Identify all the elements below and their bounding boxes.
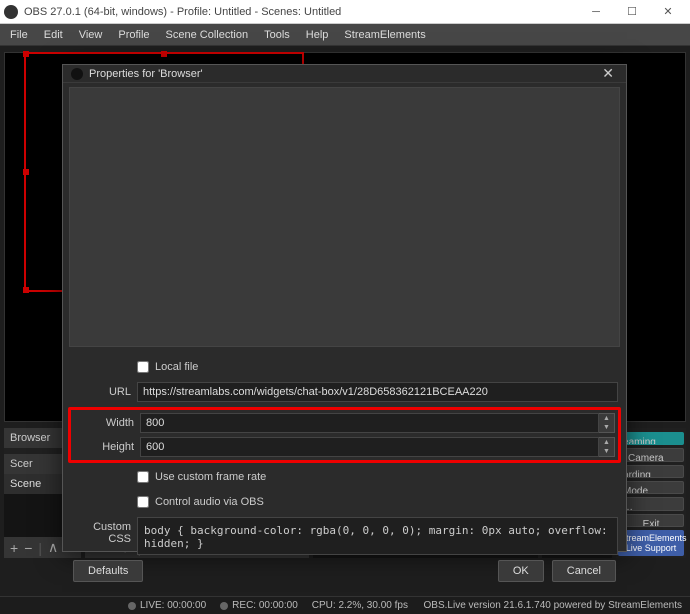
dialog-title: Properties for 'Browser' <box>89 68 203 80</box>
highlight-size-fields: Width ▲▼ Height ▲▼ <box>68 407 621 463</box>
settings-button[interactable]: … <box>618 497 684 510</box>
status-live: LIVE: 00:00:00 <box>140 600 206 611</box>
window-titlebar: OBS 27.0.1 (64-bit, windows) - Profile: … <box>0 0 690 24</box>
width-input[interactable] <box>140 413 599 433</box>
up-icon[interactable]: ∧ <box>48 539 58 556</box>
start-streaming-button[interactable]: eaming <box>618 432 684 445</box>
dialog-titlebar[interactable]: Properties for 'Browser' ✕ <box>63 65 626 83</box>
app-icon <box>4 5 18 19</box>
properties-form: Local file URL Width ▲▼ Height <box>69 357 620 560</box>
menu-file[interactable]: File <box>2 26 36 44</box>
control-audio-label: Control audio via OBS <box>155 496 264 508</box>
menu-streamelements[interactable]: StreamElements <box>336 26 433 44</box>
menu-edit[interactable]: Edit <box>36 26 71 44</box>
exit-button[interactable]: Exit <box>618 514 684 527</box>
menu-help[interactable]: Help <box>298 26 337 44</box>
dialog-body: Local file URL Width ▲▼ Height <box>63 83 626 560</box>
control-audio-checkbox[interactable]: Control audio via OBS <box>137 496 264 508</box>
scenes-header-label: Scer <box>10 458 33 470</box>
local-file-label: Local file <box>155 361 198 373</box>
live-indicator-icon <box>128 602 136 610</box>
add-icon[interactable]: + <box>10 540 18 556</box>
resize-handle[interactable] <box>23 51 29 57</box>
window-title: OBS 27.0.1 (64-bit, windows) - Profile: … <box>24 6 578 18</box>
resize-handle[interactable] <box>23 287 29 293</box>
status-cpu: CPU: 2.2%, 30.00 fps <box>312 600 408 611</box>
dialog-icon <box>71 68 83 80</box>
menu-tools[interactable]: Tools <box>256 26 298 44</box>
status-bar: LIVE: 00:00:00 REC: 00:00:00 CPU: 2.2%, … <box>0 596 690 614</box>
custom-framerate-label: Use custom frame rate <box>155 471 266 483</box>
properties-dialog: Properties for 'Browser' ✕ Local file UR… <box>62 64 627 552</box>
remove-icon[interactable]: − <box>24 540 32 556</box>
height-input[interactable] <box>140 437 599 457</box>
menu-profile[interactable]: Profile <box>110 26 157 44</box>
url-label: URL <box>71 386 131 398</box>
local-file-checkbox[interactable]: Local file <box>137 361 198 373</box>
status-version: OBS.Live version 21.6.1.740 powered by S… <box>424 600 682 611</box>
custom-css-input[interactable]: body { background-color: rgba(0, 0, 0, 0… <box>137 517 618 555</box>
menu-view[interactable]: View <box>71 26 111 44</box>
menu-scene-collection[interactable]: Scene Collection <box>158 26 257 44</box>
custom-framerate-checkbox[interactable]: Use custom frame rate <box>137 471 266 483</box>
control-audio-input[interactable] <box>137 496 149 508</box>
minimize-button[interactable]: ─ <box>578 0 614 24</box>
resize-handle[interactable] <box>23 169 29 175</box>
local-file-input[interactable] <box>137 361 149 373</box>
ok-button[interactable]: OK <box>498 560 544 582</box>
custom-framerate-input[interactable] <box>137 471 149 483</box>
cancel-button[interactable]: Cancel <box>552 560 616 582</box>
rec-indicator-icon <box>220 602 228 610</box>
status-rec: REC: 00:00:00 <box>232 600 298 611</box>
dialog-close-button[interactable]: ✕ <box>598 65 618 82</box>
virtual-camera-button[interactable]: l Camera <box>618 448 684 461</box>
maximize-button[interactable]: ☐ <box>614 0 650 24</box>
custom-css-label: Custom CSS <box>71 517 131 545</box>
studio-mode-button[interactable]: Mode <box>618 481 684 494</box>
width-spinner[interactable]: ▲▼ <box>599 413 615 433</box>
dialog-footer: Defaults OK Cancel <box>63 560 626 582</box>
resize-handle[interactable] <box>161 51 167 57</box>
menu-bar: File Edit View Profile Scene Collection … <box>0 24 690 46</box>
live-support-button[interactable]: StreamElements Live Support <box>618 530 684 556</box>
close-button[interactable]: ✕ <box>650 0 686 24</box>
source-preview <box>69 87 620 347</box>
defaults-button[interactable]: Defaults <box>73 560 143 582</box>
start-recording-button[interactable]: ording <box>618 465 684 478</box>
width-label: Width <box>74 417 134 429</box>
height-spinner[interactable]: ▲▼ <box>599 437 615 457</box>
height-label: Height <box>74 441 134 453</box>
url-input[interactable] <box>137 382 618 402</box>
sources-header-label: Browser <box>10 432 50 444</box>
